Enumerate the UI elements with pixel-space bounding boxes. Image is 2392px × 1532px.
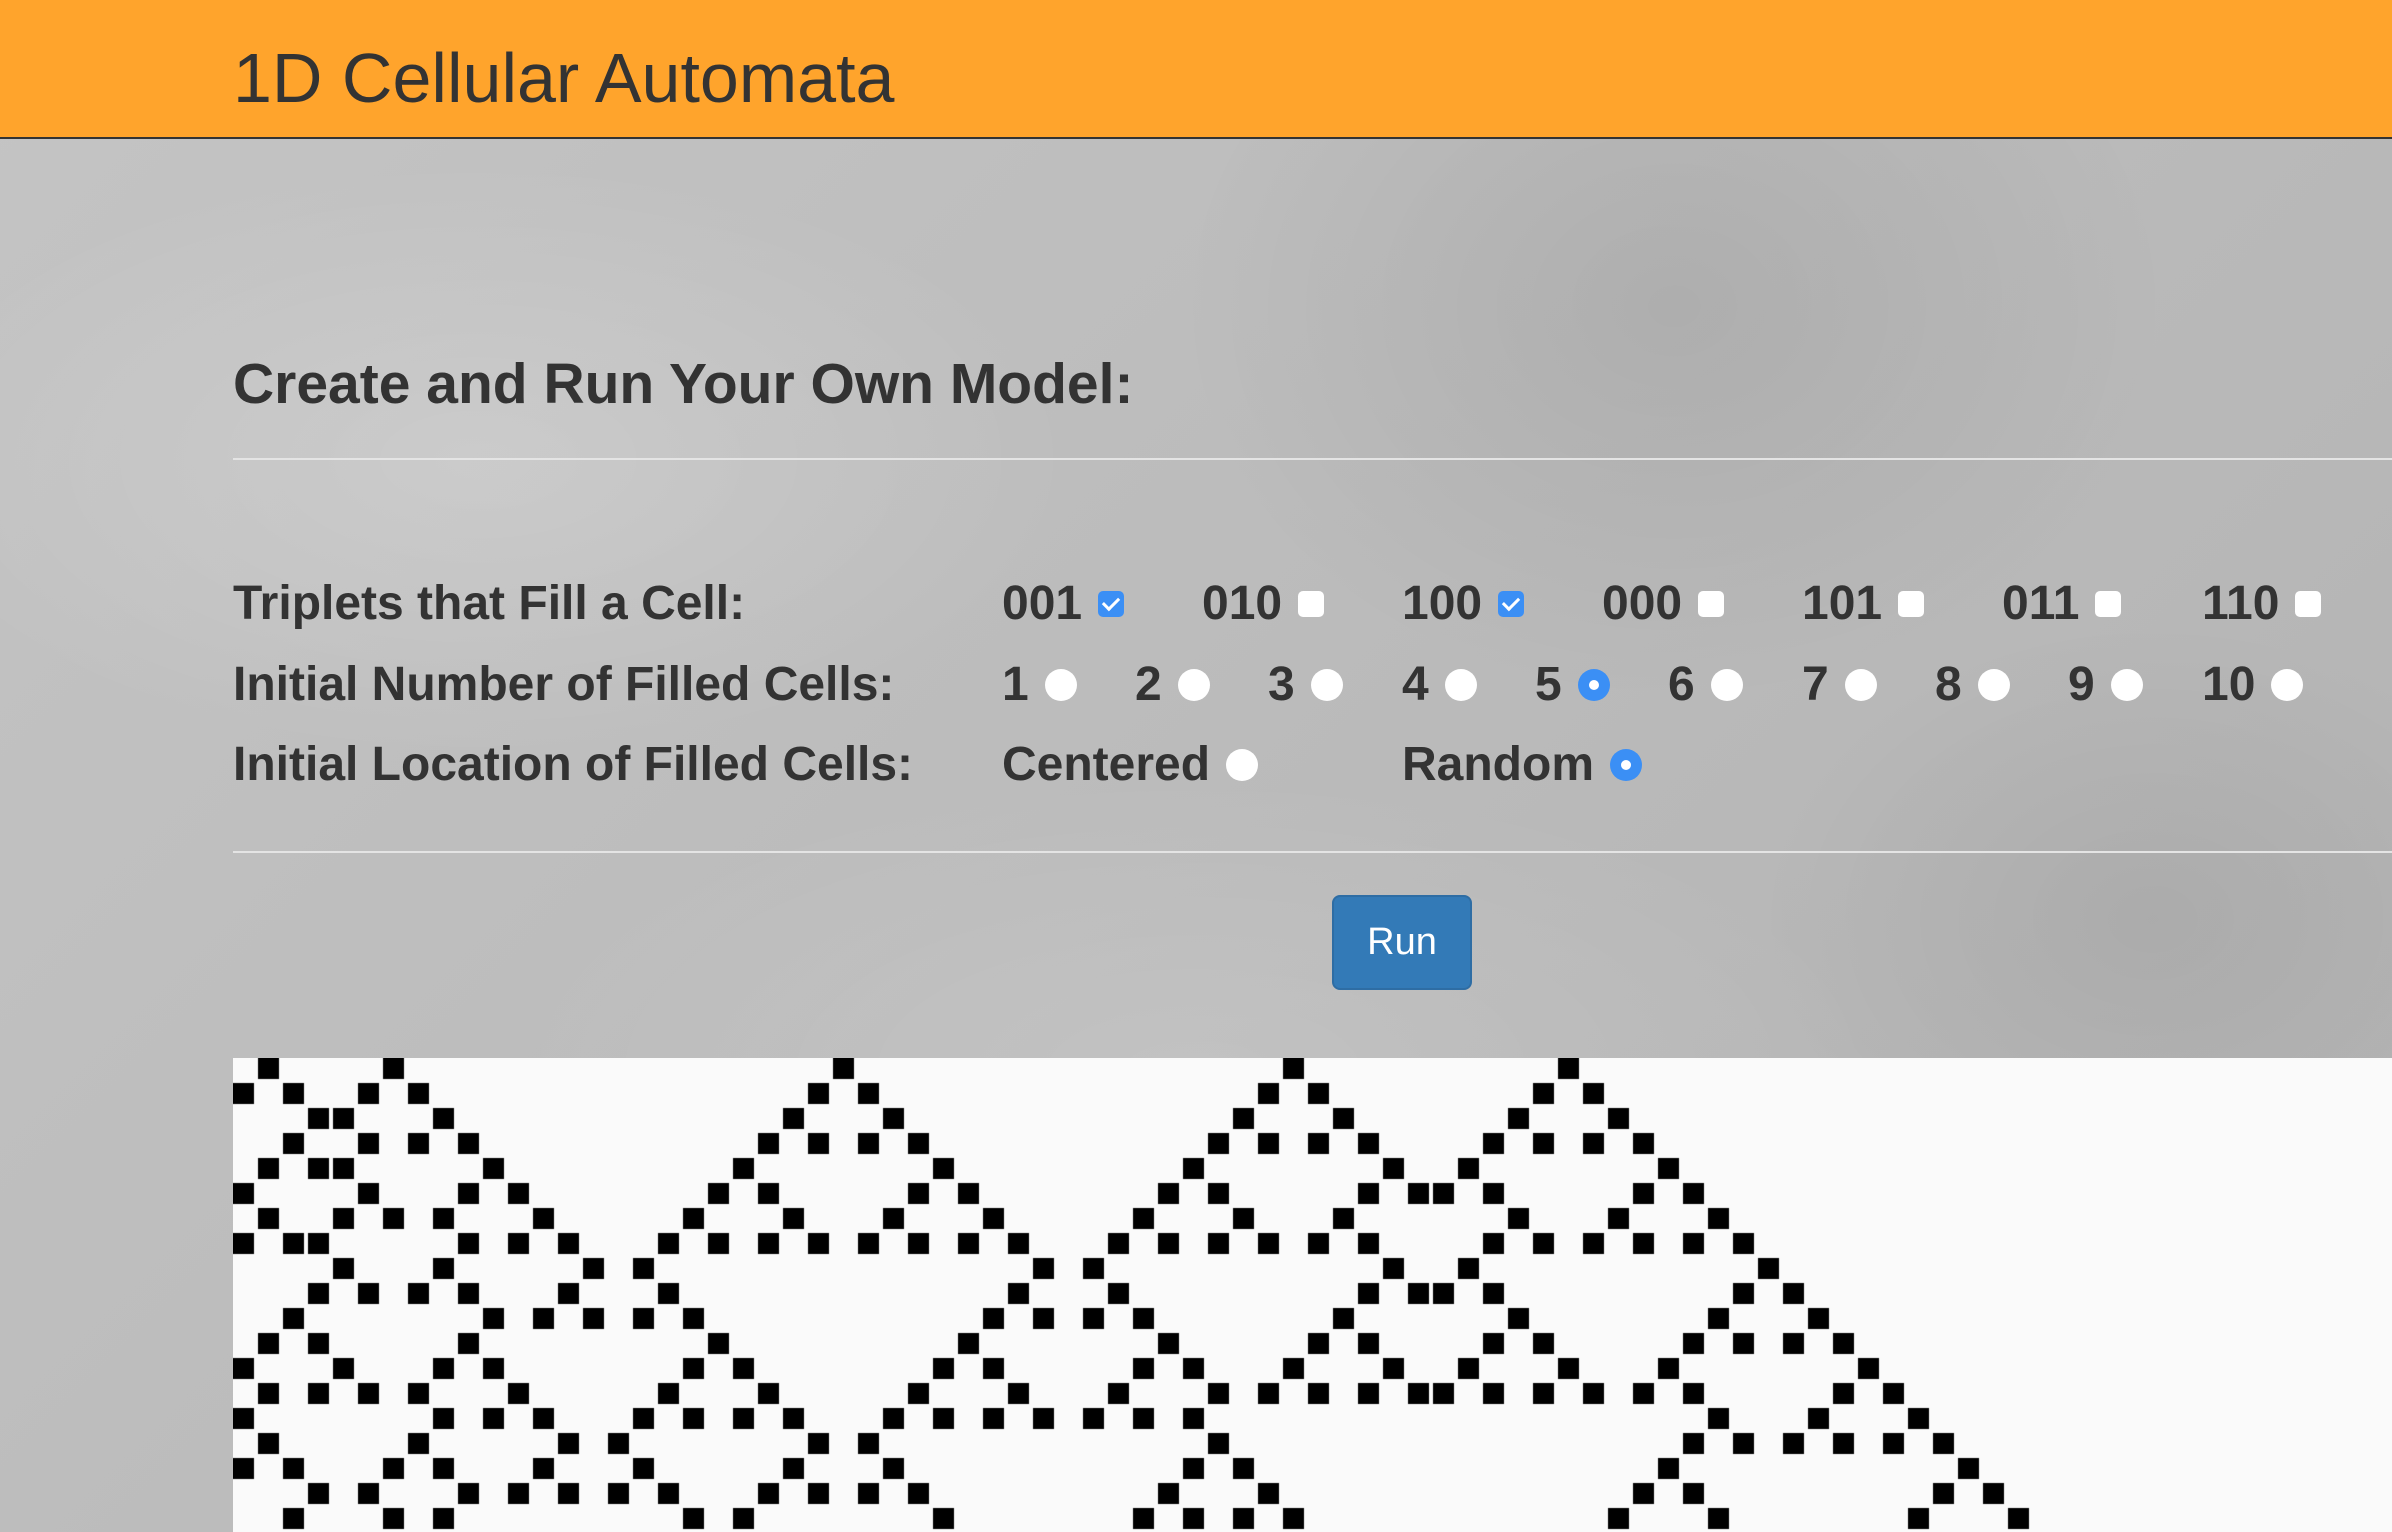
count-option-7[interactable]: 7 <box>1802 657 1877 713</box>
triplet-checkbox-101[interactable] <box>1898 591 1925 617</box>
count-label: 3 <box>1268 658 1295 711</box>
count-option-6[interactable]: 6 <box>1668 657 1743 713</box>
count-label: 5 <box>1535 658 1562 711</box>
triplet-option-000[interactable]: 000 <box>1602 576 1725 632</box>
count-radio-3[interactable] <box>1310 669 1343 701</box>
triplet-checkbox-001[interactable] <box>1098 591 1125 617</box>
triplet-option-110[interactable]: 110 <box>2202 576 2322 632</box>
location-radio-random[interactable] <box>1610 749 1642 781</box>
initial-location-label: Initial Location of Filled Cells: <box>233 738 914 791</box>
navbar: 1D Cellular Automata <box>0 0 2392 139</box>
triplet-checkbox-000[interactable] <box>1698 591 1725 617</box>
count-label: 7 <box>1802 658 1829 711</box>
run-button[interactable]: Run <box>1332 895 1472 990</box>
location-option-random[interactable]: Random <box>1402 737 1642 793</box>
triplet-option-010[interactable]: 010 <box>1202 576 1325 632</box>
count-option-1[interactable]: 1 <box>1002 657 1077 713</box>
count-radio-4[interactable] <box>1444 669 1477 701</box>
triplet-checkbox-011[interactable] <box>2095 591 2122 617</box>
count-option-2[interactable]: 2 <box>1135 657 1210 713</box>
count-radio-8[interactable] <box>1977 669 2010 701</box>
triplet-option-011[interactable]: 011 <box>2002 576 2122 632</box>
count-radio-7[interactable] <box>1844 669 1877 701</box>
count-radio-9[interactable] <box>2110 669 2143 701</box>
panel-title: Create and Run Your Own Model: <box>233 352 1134 416</box>
triplet-option-001[interactable]: 001 <box>1002 576 1125 632</box>
initial-count-label: Initial Number of Filled Cells: <box>233 658 895 711</box>
count-option-10[interactable]: 10 <box>2202 657 2304 713</box>
triplets-label: Triplets that Fill a Cell: <box>233 577 746 630</box>
location-radio-centered[interactable] <box>1226 749 1259 781</box>
count-radio-2[interactable] <box>1177 669 1210 701</box>
triplet-label: 011 <box>2002 577 2080 630</box>
triplet-label: 010 <box>1202 577 1283 630</box>
count-label: 2 <box>1135 658 1162 711</box>
location-label: Random <box>1402 738 1594 791</box>
count-label: 4 <box>1402 658 1429 711</box>
triplet-label: 100 <box>1402 577 1483 630</box>
count-radio-10[interactable] <box>2271 669 2304 701</box>
count-radio-1[interactable] <box>1044 669 1077 701</box>
triplet-option-100[interactable]: 100 <box>1402 576 1525 632</box>
count-radio-6[interactable] <box>1710 669 1743 701</box>
count-radio-5[interactable] <box>1577 669 1610 701</box>
triplet-label: 000 <box>1602 577 1683 630</box>
automata-canvas <box>233 1058 2392 1532</box>
triplet-checkbox-110[interactable] <box>2295 591 2322 617</box>
triplet-option-101[interactable]: 101 <box>1802 576 1925 632</box>
triplet-label: 110 <box>2202 577 2280 630</box>
location-label: Centered <box>1002 738 1211 791</box>
triplet-label: 101 <box>1802 577 1883 630</box>
count-label: 8 <box>1935 658 1962 711</box>
triplet-label: 001 <box>1002 577 1083 630</box>
divider-bottom <box>233 851 2392 853</box>
count-option-4[interactable]: 4 <box>1402 657 1477 713</box>
triplet-checkbox-100[interactable] <box>1498 591 1525 617</box>
count-label: 1 <box>1002 658 1029 711</box>
count-option-8[interactable]: 8 <box>1935 657 2010 713</box>
count-label: 10 <box>2202 658 2256 711</box>
location-option-centered[interactable]: Centered <box>1002 737 1259 793</box>
triplet-checkbox-010[interactable] <box>1298 591 1325 617</box>
count-option-9[interactable]: 9 <box>2068 657 2143 713</box>
count-label: 6 <box>1668 658 1695 711</box>
count-label: 9 <box>2068 658 2095 711</box>
divider-top <box>233 458 2392 460</box>
count-option-3[interactable]: 3 <box>1268 657 1343 713</box>
app-title[interactable]: 1D Cellular Automata <box>233 38 894 118</box>
count-option-5[interactable]: 5 <box>1535 657 1610 713</box>
